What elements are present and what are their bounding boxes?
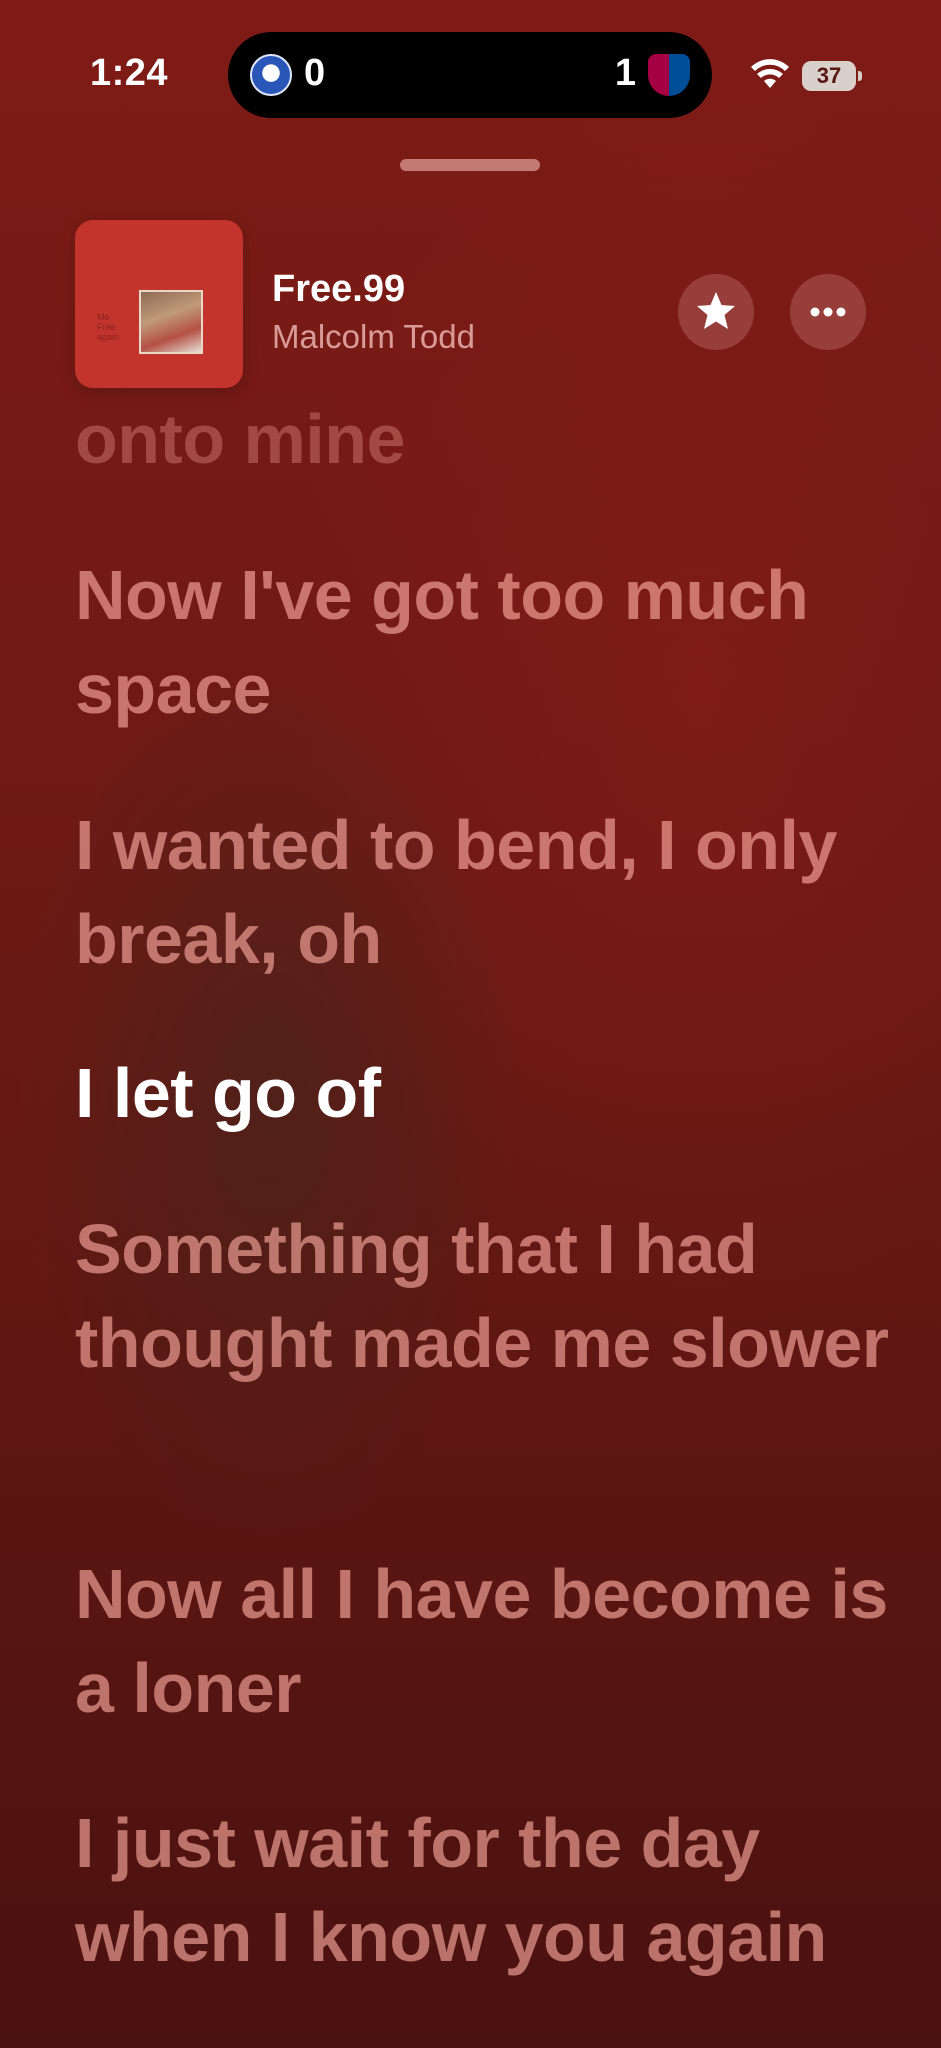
home-team-logo-icon — [250, 54, 292, 96]
status-time: 1:24 — [90, 52, 169, 94]
live-activity-score[interactable]: 0 1 — [228, 32, 712, 118]
lyric-line[interactable]: Now all I have become is a loner — [75, 1547, 895, 1735]
away-team-logo-icon — [648, 54, 690, 96]
album-artwork[interactable]: Me Free again — [75, 220, 243, 388]
song-artist[interactable]: Malcolm Todd — [272, 318, 475, 356]
sheet-grabber[interactable] — [400, 159, 540, 171]
wifi-icon — [751, 59, 789, 88]
song-title[interactable]: Free.99 — [272, 268, 405, 311]
lyric-line[interactable]: I just wait for the day when I know you … — [75, 1796, 895, 1984]
away-score: 1 — [614, 52, 636, 94]
star-icon — [697, 292, 735, 329]
lyric-line[interactable]: I wanted to bend, I only break, oh — [75, 798, 895, 986]
artwork-text: Me Free again — [97, 312, 120, 342]
lyric-line[interactable]: Now I've got too much space — [75, 548, 895, 736]
battery-icon: 37 — [802, 61, 862, 91]
more-options-button[interactable] — [790, 274, 866, 350]
status-bar: 1:24 0 1 37 — [0, 0, 941, 150]
lyric-line-current[interactable]: I let go of — [75, 1046, 895, 1140]
ellipsis-icon — [810, 307, 846, 317]
lyric-line[interactable]: Something that I had thought made me slo… — [75, 1202, 895, 1390]
artwork-photo — [139, 290, 203, 354]
lyric-line[interactable]: onto mine — [75, 392, 895, 486]
home-score: 0 — [304, 52, 326, 94]
favorite-button[interactable] — [678, 274, 754, 350]
